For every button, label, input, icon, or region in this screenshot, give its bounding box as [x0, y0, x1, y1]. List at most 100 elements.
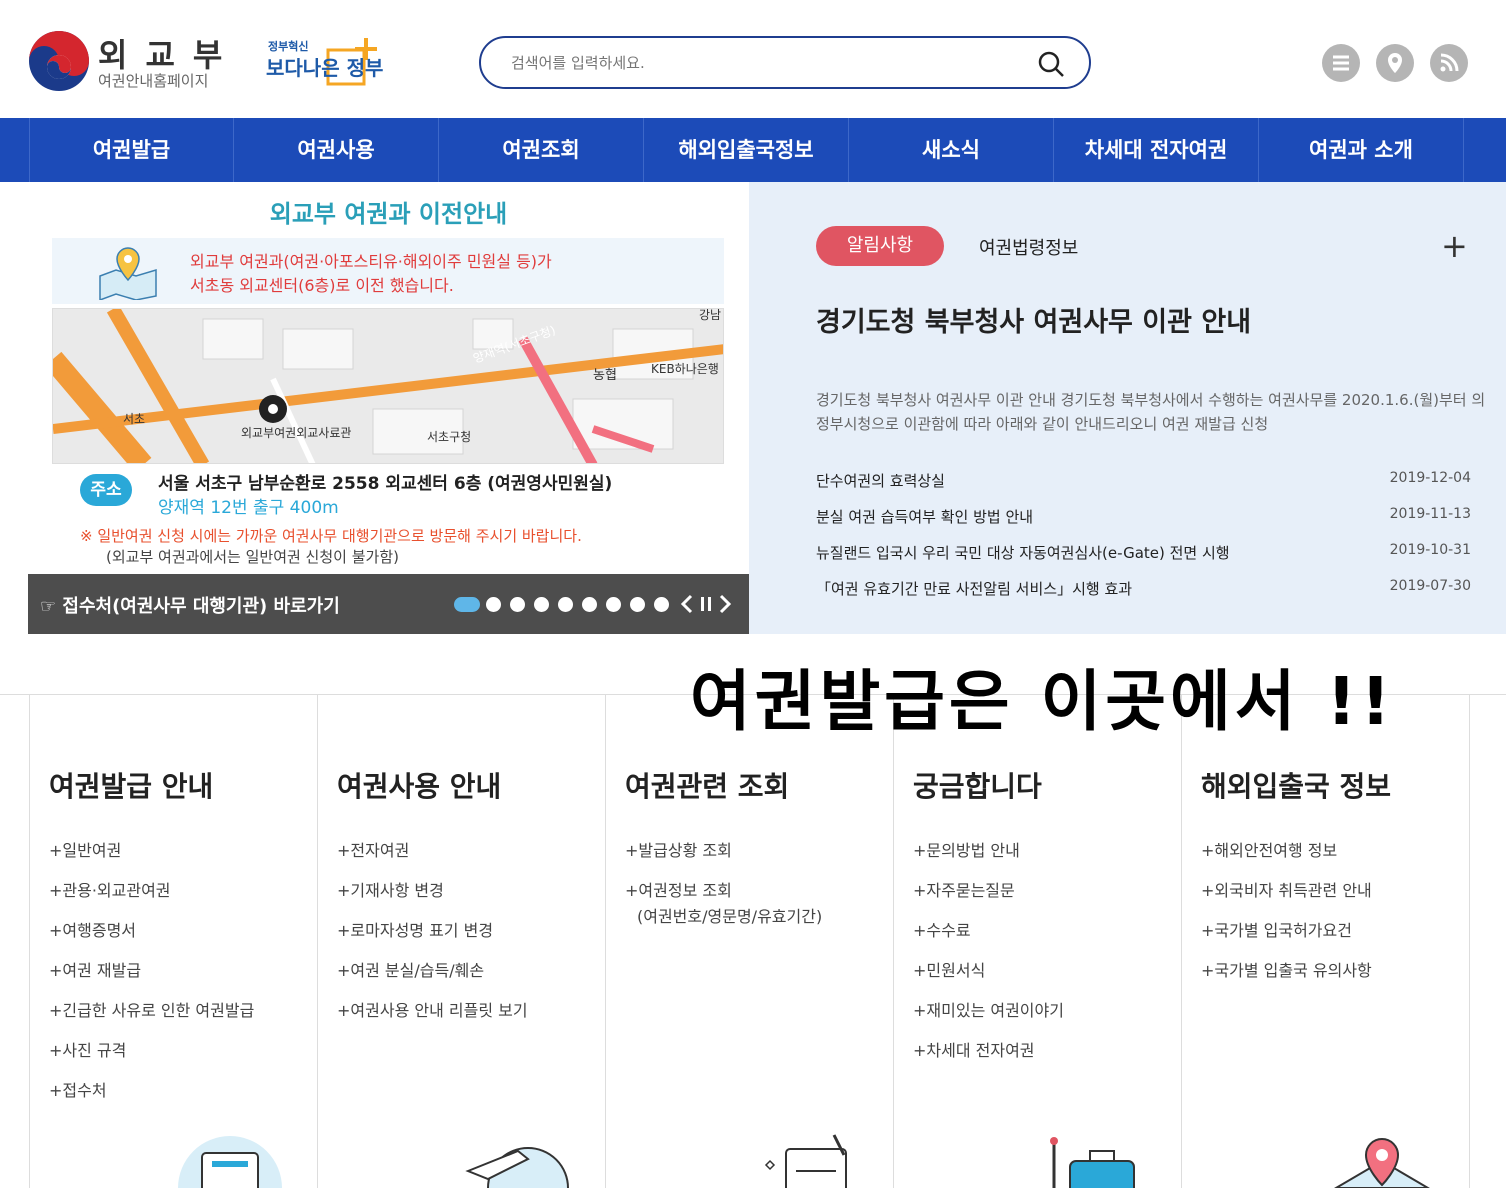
list-item[interactable]: +로마자성명 표기 변경 — [337, 921, 528, 961]
map-bank1-label: 농협 — [593, 368, 617, 383]
news-item-title[interactable]: 뉴질랜드 입국시 우리 국민 대상 자동여권심사(e-Gate) 전면 시행 — [816, 542, 1230, 563]
slide-indicator[interactable] — [510, 597, 525, 612]
nav-item-passport-issue[interactable]: 여권발급 — [29, 118, 234, 182]
list-item[interactable]: +자주묻는질문 — [913, 881, 1064, 921]
news-list-item[interactable]: 뉴질랜드 입국시 우리 국민 대상 자동여권심사(e-Gate) 전면 시행 2… — [816, 542, 1471, 566]
reception-shortcut-link[interactable]: ☞ 접수처(여권사무 대행기관) 바로가기 — [40, 592, 340, 618]
more-plus-icon[interactable]: + — [1441, 230, 1468, 262]
nav-item-about[interactable]: 여권과 소개 — [1259, 118, 1464, 182]
list-item[interactable]: +긴급한 사유로 인한 여권발급 — [49, 1001, 254, 1041]
site-header: 외교부 여권안내홈페이지 정부혁신 보다나은 정부 — [0, 0, 1506, 118]
slide-indicator[interactable] — [486, 597, 501, 612]
news-list-item[interactable]: 분실 여권 습득여부 확인 방법 안내 2019-11-13 — [816, 506, 1471, 530]
map-gangnam-label: 강남 — [699, 309, 721, 322]
search-icon[interactable] — [1036, 49, 1066, 79]
list-item[interactable]: +사진 규격 — [49, 1041, 254, 1081]
column-passport-use: 여권사용 안내 +전자여권 +기재사항 변경 +로마자성명 표기 변경 +여권 … — [317, 695, 605, 1188]
banner-controls-bar: ☞ 접수처(여권사무 대행기관) 바로가기 — [28, 574, 749, 634]
column-passport-issue: 여권발급 안내 +일반여권 +관용·외교관여권 +여행증명서 +여권 재발급 +… — [29, 695, 317, 1188]
menu-icon[interactable] — [1322, 44, 1360, 82]
tab-notices[interactable]: 알림사항 — [816, 226, 944, 266]
nav-item-news[interactable]: 새소식 — [849, 118, 1054, 182]
slide-indicator[interactable] — [534, 597, 549, 612]
news-item-date: 2019-12-04 — [1389, 470, 1471, 486]
nav-item-passport-use[interactable]: 여권사용 — [234, 118, 439, 182]
list-item[interactable]: +관용·외교관여권 — [49, 881, 254, 921]
column-title[interactable]: 해외입출국 정보 — [1201, 765, 1391, 805]
government-logo-icon[interactable] — [28, 30, 90, 92]
list-item[interactable]: +외국비자 취득관련 안내 — [1201, 881, 1372, 921]
better-government-label: 보다나은 정부 — [266, 56, 384, 80]
list-item[interactable]: +차세대 전자여권 — [913, 1041, 1064, 1081]
list-item[interactable]: +여권사용 안내 리플릿 보기 — [337, 1001, 528, 1041]
list-item[interactable]: +해외안전여행 정보 — [1201, 841, 1372, 881]
news-item-title[interactable]: 「여권 유효기간 만료 사전알림 서비스」시행 효과 — [816, 578, 1132, 599]
slide-indicator[interactable] — [606, 597, 621, 612]
search-bar — [479, 36, 1091, 89]
list-item[interactable]: +국가별 입국허가요건 — [1201, 921, 1372, 961]
column-title[interactable]: 여권사용 안내 — [337, 765, 501, 805]
list-item[interactable]: +여행증명서 — [49, 921, 254, 961]
nav-item-passport-search[interactable]: 여권조회 — [439, 118, 644, 182]
news-summary[interactable]: 경기도청 북부청사 여권사무 이관 안내 경기도청 북부청사에서 수행하는 여권… — [816, 388, 1486, 436]
slide-indicator[interactable] — [654, 597, 669, 612]
map-ic-label: 서초 — [123, 412, 145, 426]
list-item-label[interactable]: +여권정보 조회 — [625, 881, 732, 900]
location-pin-illustration-icon — [1334, 1137, 1430, 1188]
list-item[interactable]: +민원서식 — [913, 961, 1064, 1001]
map-pin-icon — [99, 247, 157, 300]
overlay-callout: 여권발급은 이곳에서 !! — [690, 663, 1395, 740]
next-slide-icon[interactable] — [718, 594, 732, 614]
slide-indicator[interactable] — [558, 597, 573, 612]
tab-legal-info[interactable]: 여권법령정보 — [979, 234, 1078, 260]
column-title[interactable]: 여권관련 조회 — [625, 765, 789, 805]
address-badge: 주소 — [80, 474, 132, 506]
search-input[interactable] — [511, 50, 1011, 76]
notice-line-2: 서초동 외교센터(6층)로 이전 했습니다. — [190, 276, 454, 295]
map-gu-office-label: 서초구청 — [427, 430, 471, 444]
slide-indicator[interactable] — [582, 597, 597, 612]
list-item-sub: (여권번호/영문명/유효기간) — [637, 907, 823, 926]
prev-slide-icon[interactable] — [680, 594, 694, 614]
list-item[interactable]: +수수료 — [913, 921, 1064, 961]
application-note-sub: (외교부 여권과에서는 일반여권 신청이 불가함) — [106, 548, 399, 566]
news-item-title[interactable]: 분실 여권 습득여부 확인 방법 안내 — [816, 506, 1033, 527]
news-headline[interactable]: 경기도청 북부청사 여권사무 이관 안내 — [816, 300, 1251, 339]
list-item[interactable]: +국가별 입출국 유의사항 — [1201, 961, 1372, 1001]
main-navigation: 여권발급 여권사용 여권조회 해외입출국정보 새소식 차세대 전자여권 여권과 … — [0, 118, 1506, 182]
quick-menu-section: 여권발급 안내 +일반여권 +관용·외교관여권 +여행증명서 +여권 재발급 +… — [0, 694, 1506, 1188]
relocation-notice: 외교부 여권과(여권·아포스티유·해외이주 민원실 등)가 서초동 외교센터(6… — [52, 238, 724, 304]
news-list-item[interactable]: 단수여권의 효력상실 2019-12-04 — [816, 470, 1471, 494]
list-item[interactable]: +접수처 — [49, 1081, 254, 1121]
column-title[interactable]: 궁금합니다 — [913, 765, 1042, 805]
news-item-title[interactable]: 단수여권의 효력상실 — [816, 470, 945, 491]
relocation-banner[interactable]: 외교부 여권과 이전안내 외교부 여권과(여권·아포스티유·해외이주 민원실 등… — [28, 182, 749, 634]
column-title[interactable]: 여권발급 안내 — [49, 765, 213, 805]
slide-indicator-active[interactable] — [454, 597, 480, 612]
document-check-illustration-icon — [764, 1134, 847, 1188]
luggage-illustration-icon — [1050, 1137, 1135, 1188]
nav-item-overseas-info[interactable]: 해외입출국정보 — [644, 118, 849, 182]
list-item[interactable]: +전자여권 — [337, 841, 528, 881]
list-item[interactable]: +발급상황 조회 — [625, 841, 822, 881]
logo-subtitle: 여권안내홈페이지 — [98, 72, 209, 90]
location-map[interactable]: 양재역(서초구청) 농협 KEB하나은행 서초 외교부여권외교사료관 서초구청 … — [52, 308, 724, 464]
column-faq: 궁금합니다 +문의방법 안내 +자주묻는질문 +수수료 +민원서식 +재미있는 … — [893, 695, 1181, 1188]
list-item[interactable]: +문의방법 안내 — [913, 841, 1064, 881]
rss-icon[interactable] — [1430, 44, 1468, 82]
nav-item-next-gen-passport[interactable]: 차세대 전자여권 — [1054, 118, 1259, 182]
list-item[interactable]: +재미있는 여권이야기 — [913, 1001, 1064, 1041]
list-item[interactable]: +여권정보 조회 (여권번호/영문명/유효기간) — [625, 881, 822, 926]
location-pin-icon[interactable] — [1376, 44, 1414, 82]
list-item[interactable]: +여권 재발급 — [49, 961, 254, 1001]
slide-indicator[interactable] — [630, 597, 645, 612]
pause-icon[interactable] — [698, 594, 714, 614]
list-item[interactable]: +여권 분실/습득/훼손 — [337, 961, 528, 1001]
map-office-label: 외교부여권외교사료관 — [241, 426, 351, 440]
column-overseas-info: 해외입출국 정보 +해외안전여행 정보 +외국비자 취득관련 안내 +국가별 입… — [1181, 695, 1470, 1188]
news-list-item[interactable]: 「여권 유효기간 만료 사전알림 서비스」시행 효과 2019-07-30 — [816, 578, 1471, 602]
address-sub: 양재역 12번 출구 400m — [158, 498, 339, 518]
list-item[interactable]: +기재사항 변경 — [337, 881, 528, 921]
airplane-globe-illustration-icon — [465, 1147, 569, 1188]
list-item[interactable]: +일반여권 — [49, 841, 254, 881]
